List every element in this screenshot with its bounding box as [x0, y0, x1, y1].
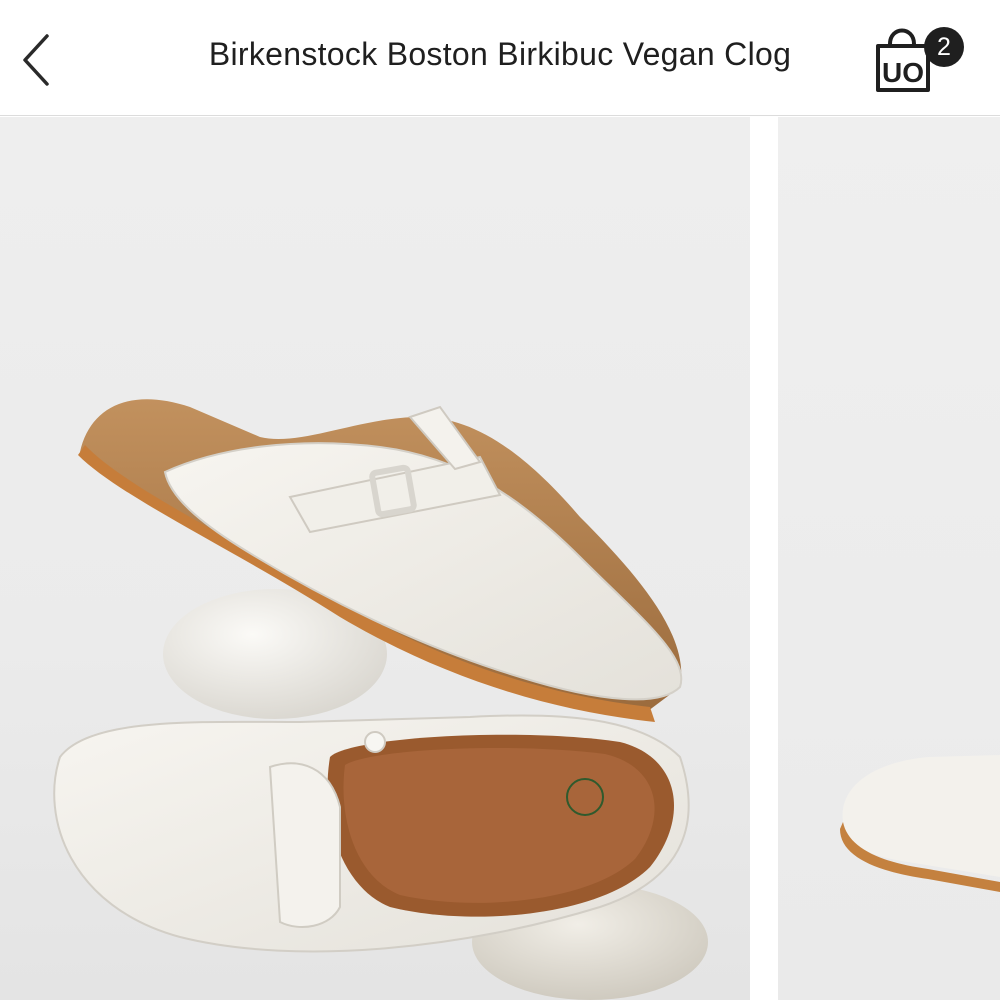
- back-button[interactable]: [14, 30, 58, 90]
- top-bar: Birkenstock Boston Birkibuc Vegan Clog U…: [0, 0, 1000, 116]
- bag-logo-text: UO: [882, 57, 924, 88]
- clog-toe-illustration: [840, 755, 1000, 892]
- page-title: Birkenstock Boston Birkibuc Vegan Clog: [208, 36, 792, 72]
- product-image-carousel[interactable]: [0, 117, 1000, 1000]
- shopping-bag-button[interactable]: UO 2: [868, 22, 964, 100]
- product-image-1[interactable]: [0, 117, 750, 1000]
- chevron-left-icon: [23, 34, 49, 86]
- cart-count-badge: 2: [924, 27, 964, 67]
- clog-photo-illustration: [53, 399, 708, 1000]
- product-image-2[interactable]: [778, 117, 1000, 1000]
